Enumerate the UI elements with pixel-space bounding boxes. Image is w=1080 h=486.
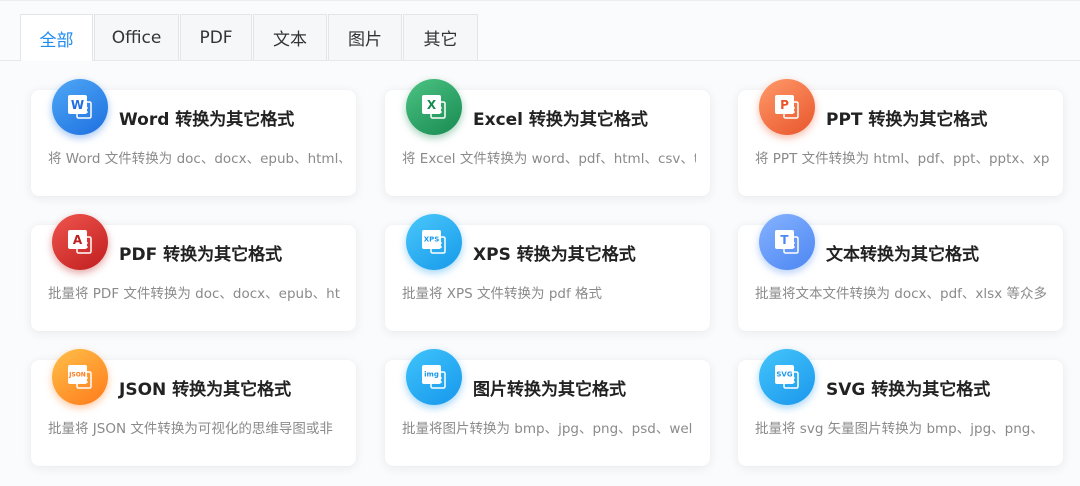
svg-icon: SVG <box>759 349 815 405</box>
svg-text:XPS: XPS <box>424 236 440 244</box>
svg-text:A: A <box>73 233 83 247</box>
card-title: Word 转换为其它格式 <box>119 110 295 130</box>
json-icon: JSON <box>52 349 108 405</box>
card-title: PPT 转换为其它格式 <box>826 110 988 130</box>
tab-all[interactable]: 全部 <box>20 14 93 61</box>
card-title: SVG 转换为其它格式 <box>826 380 991 400</box>
svg-text:JSON: JSON <box>68 372 86 379</box>
tab-text[interactable]: 文本 <box>253 14 327 60</box>
card-title: JSON 转换为其它格式 <box>119 380 292 400</box>
card-description: 将 PPT 文件转换为 html、pdf、ppt、pptx、xp <box>755 151 1049 167</box>
card-description: 批量将图片转换为 bmp、jpg、png、psd、wel <box>402 421 693 437</box>
image-icon: img <box>406 349 462 405</box>
card-title: Excel 转换为其它格式 <box>473 110 648 130</box>
tab-pdf[interactable]: PDF <box>180 14 252 60</box>
card-title: 文本转换为其它格式 <box>826 245 979 265</box>
card-description: 将 Word 文件转换为 doc、docx、epub、html、 <box>48 151 342 167</box>
card-image[interactable]: img 图片转换为其它格式 批量将图片转换为 bmp、jpg、png、psd、w… <box>385 349 710 466</box>
xps-icon: XPS <box>406 214 462 270</box>
excel-icon: X <box>406 79 462 135</box>
svg-text:img: img <box>424 371 439 379</box>
card-description: 批量将 JSON 文件转换为可视化的思维导图或非 <box>48 421 333 437</box>
card-ppt[interactable]: P PPT 转换为其它格式 将 PPT 文件转换为 html、pdf、ppt、p… <box>738 79 1063 196</box>
card-text[interactable]: T 文本转换为其它格式 批量将文本文件转换为 docx、pdf、xlsx 等众多 <box>738 214 1063 331</box>
svg-text:W: W <box>71 98 84 112</box>
tab-other[interactable]: 其它 <box>403 14 478 60</box>
card-excel[interactable]: X Excel 转换为其它格式 将 Excel 文件转换为 word、pdf、h… <box>385 79 710 196</box>
card-description: 批量将文本文件转换为 docx、pdf、xlsx 等众多 <box>755 286 1047 302</box>
tab-office[interactable]: Office <box>94 14 179 60</box>
ppt-icon: P <box>759 79 815 135</box>
card-title: XPS 转换为其它格式 <box>473 245 636 265</box>
card-pdf[interactable]: A PDF 转换为其它格式 批量将 PDF 文件转换为 doc、docx、epu… <box>31 214 356 331</box>
card-description: 批量将 PDF 文件转换为 doc、docx、epub、ht <box>48 286 341 302</box>
pdf-icon: A <box>52 214 108 270</box>
card-description: 批量将 svg 矢量图片转换为 bmp、jpg、png、 <box>755 421 1044 437</box>
svg-text:X: X <box>427 98 437 112</box>
svg-text:T: T <box>780 233 789 247</box>
card-title: 图片转换为其它格式 <box>473 380 626 400</box>
card-title: PDF 转换为其它格式 <box>119 245 283 265</box>
card-word[interactable]: W Word 转换为其它格式 将 Word 文件转换为 doc、docx、epu… <box>31 79 356 196</box>
svg-text:SVG: SVG <box>776 371 792 379</box>
format-tabs: 全部 Office PDF 文本 图片 其它 <box>0 0 1080 61</box>
svg-text:P: P <box>780 98 789 112</box>
card-description: 将 Excel 文件转换为 word、pdf、html、csv、t <box>402 151 696 167</box>
word-icon: W <box>52 79 108 135</box>
card-svg[interactable]: SVG SVG 转换为其它格式 批量将 svg 矢量图片转换为 bmp、jpg、… <box>738 349 1063 466</box>
top-divider <box>0 0 1080 1</box>
tab-image[interactable]: 图片 <box>328 14 402 60</box>
text-icon: T <box>759 214 815 270</box>
card-xps[interactable]: XPS XPS 转换为其它格式 批量将 XPS 文件转换为 pdf 格式 <box>385 214 710 331</box>
card-description: 批量将 XPS 文件转换为 pdf 格式 <box>402 286 603 302</box>
card-json[interactable]: JSON JSON 转换为其它格式 批量将 JSON 文件转换为可视化的思维导图… <box>31 349 356 466</box>
